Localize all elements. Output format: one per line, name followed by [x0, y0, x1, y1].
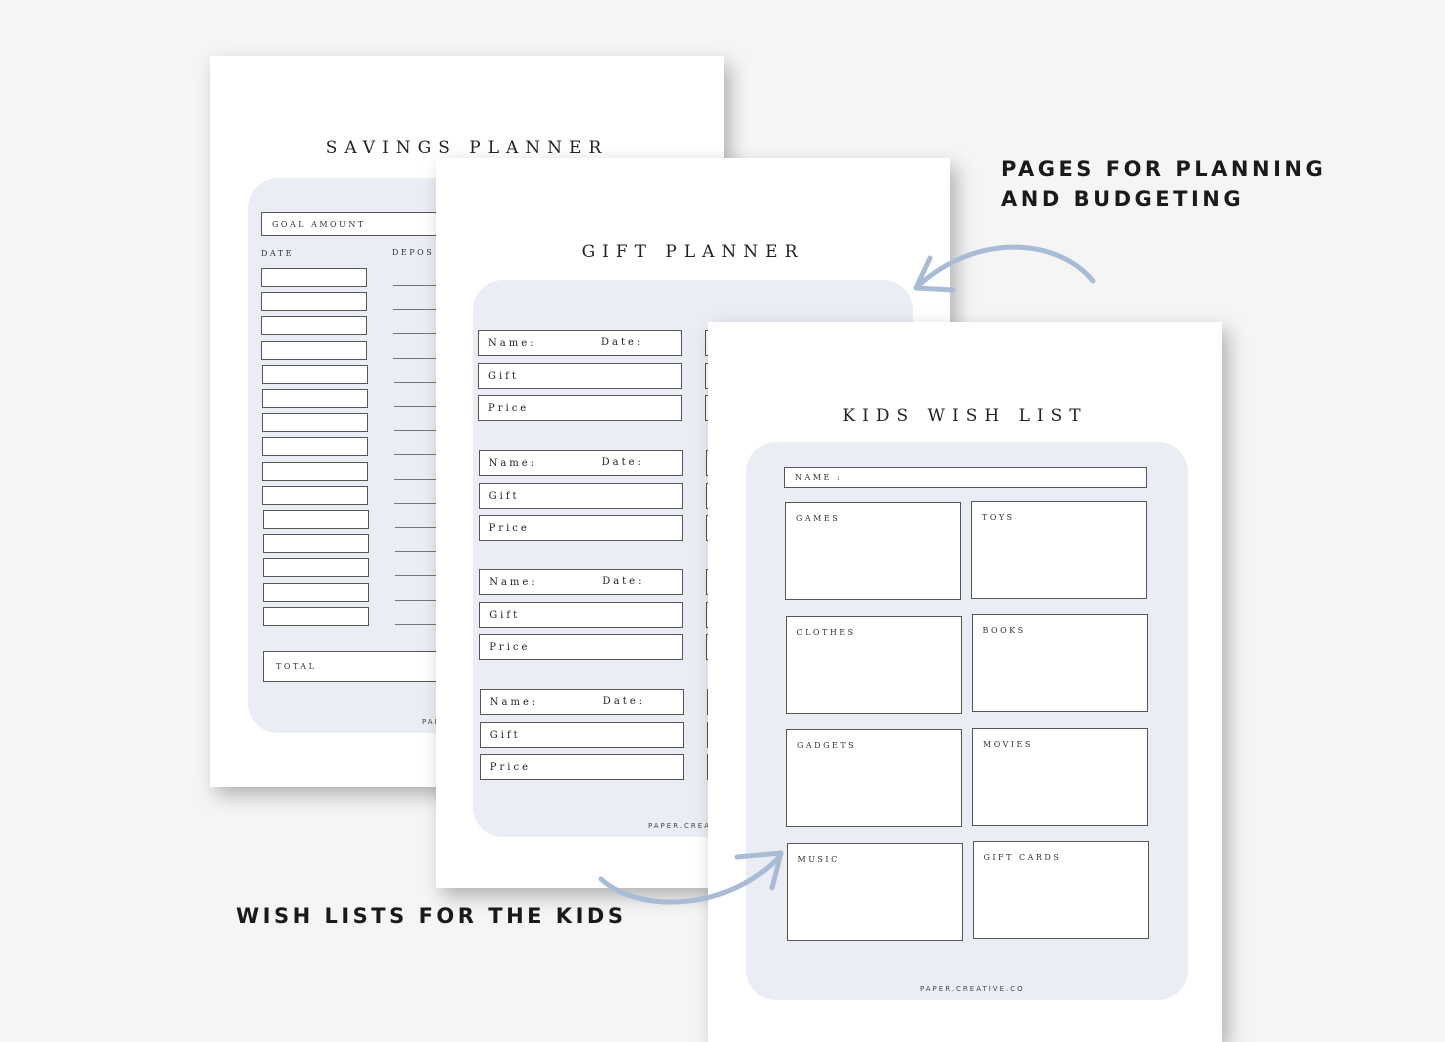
arrow-to-wish-list-icon [598, 850, 784, 905]
arrow-to-gift-planner-icon [913, 244, 1096, 293]
curved-arrow-icons [598, 244, 1096, 905]
